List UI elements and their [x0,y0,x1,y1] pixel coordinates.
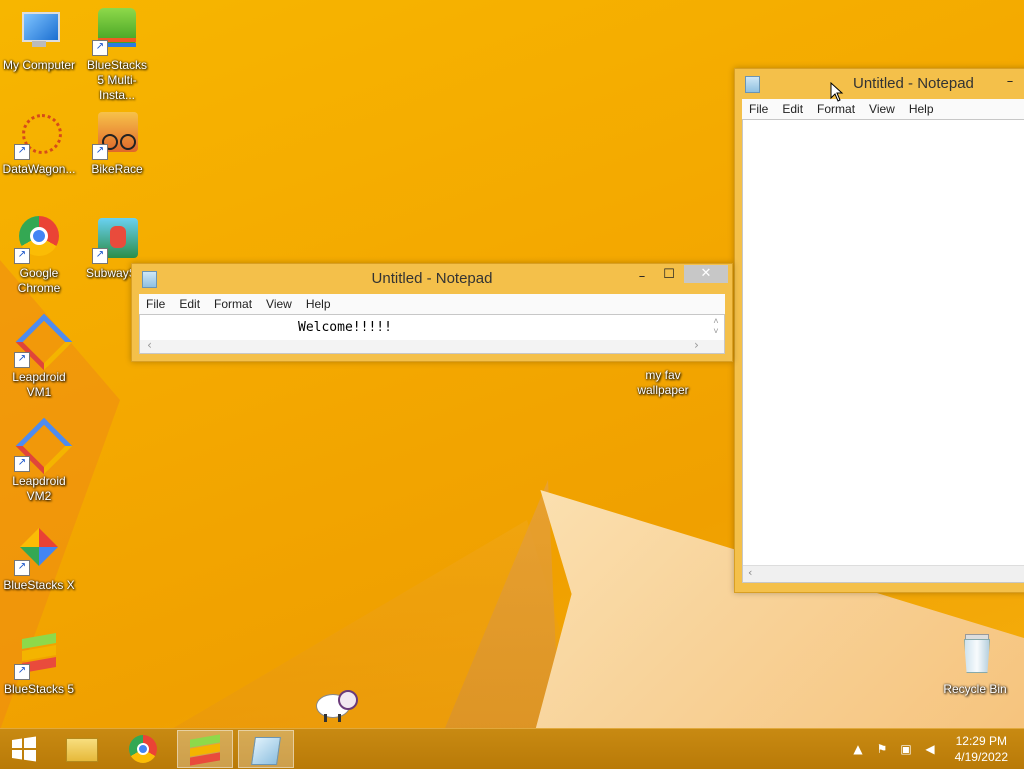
menu-bar: File Edit Format View Help [742,99,1024,119]
desktop-icon-google-chrome[interactable]: ↗ Google Chrome [0,216,78,296]
vertical-scrollbar[interactable]: ˄ ˅ [710,317,722,337]
desktop-icon-label: Google Chrome [17,266,61,295]
desktop-icon-datawagon[interactable]: ↗ DataWagon... [0,112,78,177]
shortcut-arrow-icon: ↗ [14,664,30,680]
clock-time: 12:29 PM [955,734,1007,748]
desktop-icon-recycle-bin[interactable]: Recycle Bin [936,632,1014,697]
desktop-icon-label: BikeRace [91,162,143,176]
desktop-icon-label: Leapdroid VM2 [12,474,66,503]
horizontal-scrollbar[interactable]: ‹ › [140,338,724,353]
menu-file[interactable]: File [742,102,775,116]
close-button[interactable]: ✕ [684,265,728,283]
menu-format[interactable]: Format [207,297,259,311]
recycle-bin-icon [952,632,998,678]
bikerace-icon: ↗ [92,112,140,160]
notepad-window-large[interactable]: Untitled - Notepad – File Edit Format Vi… [734,68,1024,593]
desktop-icon-leapdroid-vm1[interactable]: ↗ Leapdroid VM1 [0,313,78,400]
leapdroid-icon: ↗ [14,417,73,475]
taskbar-clock[interactable]: 12:29 PM 4/19/2022 [955,733,1008,765]
taskbar: ▲ ⚑ ▣ ◀ 12:29 PM 4/19/2022 [0,728,1024,769]
title-bar[interactable]: Untitled - Notepad – ☐ ✕ [132,264,732,294]
minimize-button[interactable]: – [997,73,1023,91]
bluestacks-icon [190,734,220,766]
menu-edit[interactable]: Edit [172,297,207,311]
desktop-icon-bluestacks-x[interactable]: ↗ BlueStacks X [0,528,78,593]
desktop-icon-label: BlueStacks X [3,578,75,592]
volume-muted-icon[interactable]: ◀ [922,741,938,757]
taskbar-chrome[interactable] [116,730,172,768]
editor-content: Welcome!!!!! [298,320,392,335]
desktop-icon-label: BlueStacks 5 Multi-Insta... [86,58,148,102]
mouse-cursor-icon [830,82,844,102]
show-hidden-icons-icon[interactable]: ▲ [850,741,866,757]
leapdroid-icon: ↗ [14,313,73,371]
desktop-icon-label: Leapdroid VM1 [12,370,66,399]
title-bar[interactable]: Untitled - Notepad – [735,69,1024,99]
taskbar-file-explorer[interactable] [54,730,110,768]
menu-help[interactable]: Help [299,297,338,311]
desktop-icon-my-fav-wallpaper[interactable]: my fav wallpaper [624,364,702,398]
folder-icon [66,738,98,762]
desktop-icon-label: DataWagon... [2,162,76,176]
shortcut-arrow-icon: ↗ [14,352,30,368]
shortcut-arrow-icon: ↗ [14,456,30,472]
menu-edit[interactable]: Edit [775,102,810,116]
taskbar-bluestacks[interactable] [177,730,233,768]
desktop-icon-bikerace[interactable]: ↗ BikeRace [78,112,156,177]
minimize-button[interactable]: – [629,268,655,286]
menu-format[interactable]: Format [810,102,862,116]
action-center-flag-icon[interactable]: ⚑ [874,741,890,757]
taskbar-notepad[interactable] [238,730,294,768]
chrome-icon [129,735,157,763]
desktop: My Computer ↗ BlueStacks 5 Multi-Insta..… [0,0,1024,728]
sheep-pet-icon[interactable] [316,690,358,722]
shortcut-arrow-icon: ↗ [92,40,108,56]
shortcut-arrow-icon: ↗ [14,560,30,576]
bluestacks-icon: ↗ [14,632,62,680]
desktop-icon-label: BlueStacks 5 [3,682,75,696]
window-title: Untitled - Notepad [853,75,974,92]
menu-file[interactable]: File [139,297,172,311]
horizontal-scrollbar[interactable]: ‹ [743,565,1024,582]
desktop-icon-label: My Computer [2,58,76,72]
desktop-icon-my-computer[interactable]: My Computer [0,8,78,73]
computer-icon [16,8,62,54]
shortcut-arrow-icon: ↗ [92,144,108,160]
menu-view[interactable]: View [862,102,902,116]
shortcut-arrow-icon: ↗ [14,248,30,264]
network-icon[interactable]: ▣ [898,741,914,757]
notepad-window-small[interactable]: Untitled - Notepad – ☐ ✕ File Edit Forma… [131,263,733,362]
start-button[interactable] [0,730,48,768]
shortcut-arrow-icon: ↗ [14,144,30,160]
shortcut-arrow-icon: ↗ [92,248,108,264]
menu-view[interactable]: View [259,297,299,311]
scroll-left-icon[interactable]: ‹ [146,338,153,352]
desktop-icon-bluestacks-5[interactable]: ↗ BlueStacks 5 [0,632,78,697]
subway-surfers-icon: ↗ [92,216,140,264]
desktop-icon-label: my fav wallpaper [637,368,689,397]
datawagon-icon: ↗ [14,112,62,160]
notepad-icon [251,737,281,765]
clock-date: 4/19/2022 [954,750,1008,764]
windows-logo-icon [12,736,36,762]
bluestacks-multi-instance-icon: ↗ [92,8,140,56]
scroll-left-icon[interactable]: ‹ [747,566,754,579]
text-editor[interactable]: Welcome!!!!! ˄ ˅ ‹ › [139,314,725,354]
scroll-right-icon[interactable]: › [693,338,700,352]
desktop-icon-bluestacks-multi[interactable]: ↗ BlueStacks 5 Multi-Insta... [78,8,156,103]
chrome-icon: ↗ [14,216,62,264]
bluestacks-x-icon: ↗ [14,528,62,576]
menu-bar: File Edit Format View Help [139,294,725,314]
desktop-icon-label: Recycle Bin [943,682,1007,696]
text-editor[interactable]: ‹ [742,119,1024,583]
maximize-button[interactable]: ☐ [656,266,682,284]
menu-help[interactable]: Help [902,102,941,116]
desktop-icon-leapdroid-vm2[interactable]: ↗ Leapdroid VM2 [0,417,78,504]
